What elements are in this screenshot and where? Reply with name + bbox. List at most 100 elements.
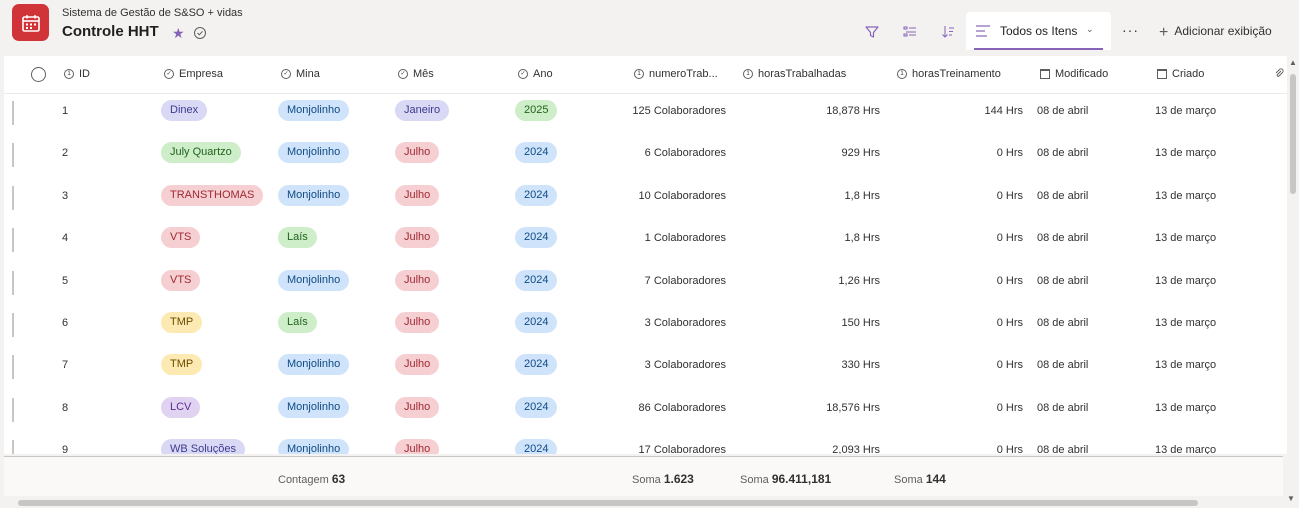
pill-mes[interactable]: Julho (395, 439, 440, 454)
vertical-scrollbar[interactable]: ▲ (1287, 56, 1299, 454)
pill-mes[interactable]: Julho (395, 142, 440, 164)
vertical-scroll-thumb[interactable] (1290, 74, 1296, 194)
pill-empresa[interactable]: VTS (161, 227, 201, 249)
cell-numero-trabalhadores: 7 Colaboradores (644, 274, 726, 287)
column-header-numero-trabalhadores[interactable]: 1 numeroTrab... (634, 68, 718, 80)
table-row[interactable]: 2 July Quartzo Monjolinho Julho 2024 6 Colabo… (4, 134, 1287, 176)
row-select-handle[interactable] (12, 313, 14, 337)
row-select-handle[interactable] (12, 440, 14, 454)
cell-id: 6 (62, 317, 69, 329)
pill-mina[interactable]: Monjolinho (278, 269, 350, 291)
pill-mina[interactable]: Monjolinho (278, 439, 350, 454)
row-select-handle[interactable] (12, 397, 14, 422)
pill-ano[interactable]: 2024 (515, 184, 558, 206)
cell-id: 9 (62, 444, 69, 454)
pill-empresa[interactable]: WB Soluções (161, 439, 246, 454)
pill-empresa[interactable]: TRANSTHOMAS (161, 184, 264, 206)
list-title[interactable]: Controle HHT (62, 23, 159, 40)
pill-empresa[interactable]: Dinex (161, 100, 208, 121)
pill-empresa[interactable]: TMP (161, 354, 203, 376)
pill-ano[interactable]: 2025 (515, 100, 558, 121)
calendar-icon (1157, 69, 1167, 79)
filter-icon[interactable] (862, 22, 882, 42)
table-row[interactable]: 1 Dinex Monjolinho Janeiro 2025 125 Colaborad… (4, 92, 1287, 134)
table-row[interactable]: 4 VTS Laís Julho 2024 1 Colaboradores 1,8 Hrs 0… (4, 219, 1287, 261)
table-row[interactable]: 5 VTS Monjolinho Julho 2024 7 Colaboradores 1,… (4, 262, 1287, 304)
row-select-handle[interactable] (12, 143, 14, 168)
count-total: Contagem 63 (278, 472, 346, 486)
pill-mina[interactable]: Monjolinho (278, 100, 350, 121)
cell-numero-trabalhadores: 3 Colaboradores (644, 317, 726, 329)
view-name: Todos os Itens (1000, 24, 1078, 38)
pill-ano[interactable]: 2024 (515, 269, 558, 291)
horizontal-scrollbar[interactable] (4, 498, 1283, 508)
column-header-id[interactable]: 1 ID (64, 68, 90, 80)
horizontal-scroll-thumb[interactable] (18, 500, 1198, 506)
pill-mes[interactable]: Julho (395, 354, 440, 376)
pill-mes[interactable]: Julho (395, 227, 440, 249)
list-view-icon (976, 25, 990, 37)
row-select-handle[interactable] (12, 270, 14, 295)
row-select-handle[interactable] (12, 228, 14, 253)
attachment-icon[interactable] (1274, 68, 1284, 78)
site-name[interactable]: Sistema de Gestão de S&SO + vidas (62, 7, 243, 19)
pill-mes[interactable]: Julho (395, 184, 440, 206)
choice-type-icon: ✓ (164, 69, 174, 79)
table-row[interactable]: 3 TRANSTHOMAS Monjolinho Julho 2024 10 Colabo… (4, 177, 1287, 219)
cell-horas-treinamento: 0 Hrs (996, 317, 1023, 329)
column-header-criado[interactable]: Criado (1157, 68, 1204, 80)
pill-mina[interactable]: Laís (278, 227, 317, 249)
column-header-modificado[interactable]: Modificado (1040, 68, 1108, 80)
column-header-mina[interactable]: ✓ Mina (281, 68, 320, 80)
column-header-empresa[interactable]: ✓ Empresa (164, 68, 223, 80)
pill-ano[interactable]: 2024 (515, 439, 558, 454)
pill-empresa[interactable]: LCV (161, 396, 201, 418)
scroll-up-icon[interactable]: ▲ (1289, 58, 1297, 67)
pill-mes[interactable]: Julho (395, 396, 440, 418)
cell-criado: 13 de março (1155, 359, 1217, 372)
cell-modificado: 08 de abril (1037, 401, 1089, 414)
column-header-horas-trabalhadas[interactable]: 1 horasTrabalhadas (743, 68, 846, 80)
row-select-handle[interactable] (12, 185, 14, 210)
pill-empresa[interactable]: VTS (161, 269, 201, 291)
cell-horas-trabalhadas: 929 Hrs (841, 147, 880, 160)
pill-mina[interactable]: Laís (278, 312, 317, 333)
check-circle-icon[interactable] (194, 27, 206, 39)
pill-ano[interactable]: 2024 (515, 354, 558, 376)
view-selector-todos-os-itens[interactable]: Todos os Itens ⌄ (966, 12, 1111, 50)
row-select-handle[interactable] (12, 355, 14, 380)
add-view-button[interactable]: + Adicionar exibição (1159, 24, 1272, 42)
select-all-checkbox[interactable] (31, 67, 46, 82)
scroll-down-icon[interactable]: ▼ (1287, 494, 1295, 503)
active-view-underline (974, 48, 1103, 50)
choice-type-icon: ✓ (281, 69, 291, 79)
column-header-horas-treinamento[interactable]: 1 horasTreinamento (897, 68, 1001, 80)
table-row[interactable]: 6 TMP Laís Julho 2024 3 Colaboradores 150 Hrs 0… (4, 304, 1287, 346)
pill-mes[interactable]: Janeiro (395, 100, 450, 121)
pill-ano[interactable]: 2024 (515, 396, 558, 418)
group-by-icon[interactable] (900, 22, 920, 42)
pill-mes[interactable]: Julho (395, 269, 440, 291)
pill-mina[interactable]: Monjolinho (278, 396, 350, 418)
sort-icon[interactable] (938, 22, 958, 42)
pill-mes[interactable]: Julho (395, 312, 440, 333)
table-row[interactable]: 9 WB Soluções Monjolinho Julho 2024 17 Colabo… (4, 431, 1287, 454)
pill-ano[interactable]: 2024 (515, 312, 558, 333)
cell-modificado: 08 de abril (1037, 359, 1089, 372)
pill-empresa[interactable]: July Quartzo (161, 142, 241, 164)
pill-empresa[interactable]: TMP (161, 312, 203, 333)
pill-mina[interactable]: Monjolinho (278, 142, 350, 164)
pill-ano[interactable]: 2024 (515, 227, 558, 249)
pill-ano[interactable]: 2024 (515, 142, 558, 164)
star-icon[interactable]: ★ (172, 25, 185, 41)
table-row[interactable]: 8 LCV Monjolinho Julho 2024 86 Colaboradores 1… (4, 389, 1287, 431)
more-options-button[interactable]: ··· (1122, 22, 1139, 38)
column-header-ano[interactable]: ✓ Ano (518, 68, 553, 80)
calendar-list-icon[interactable] (12, 4, 49, 41)
column-header-mes[interactable]: ✓ Mês (398, 68, 434, 80)
row-select-handle[interactable] (12, 101, 14, 125)
pill-mina[interactable]: Monjolinho (278, 354, 350, 376)
pill-mina[interactable]: Monjolinho (278, 184, 350, 206)
table-row[interactable]: 7 TMP Monjolinho Julho 2024 3 Colaboradores 33… (4, 346, 1287, 388)
cell-modificado: 08 de abril (1037, 147, 1089, 160)
